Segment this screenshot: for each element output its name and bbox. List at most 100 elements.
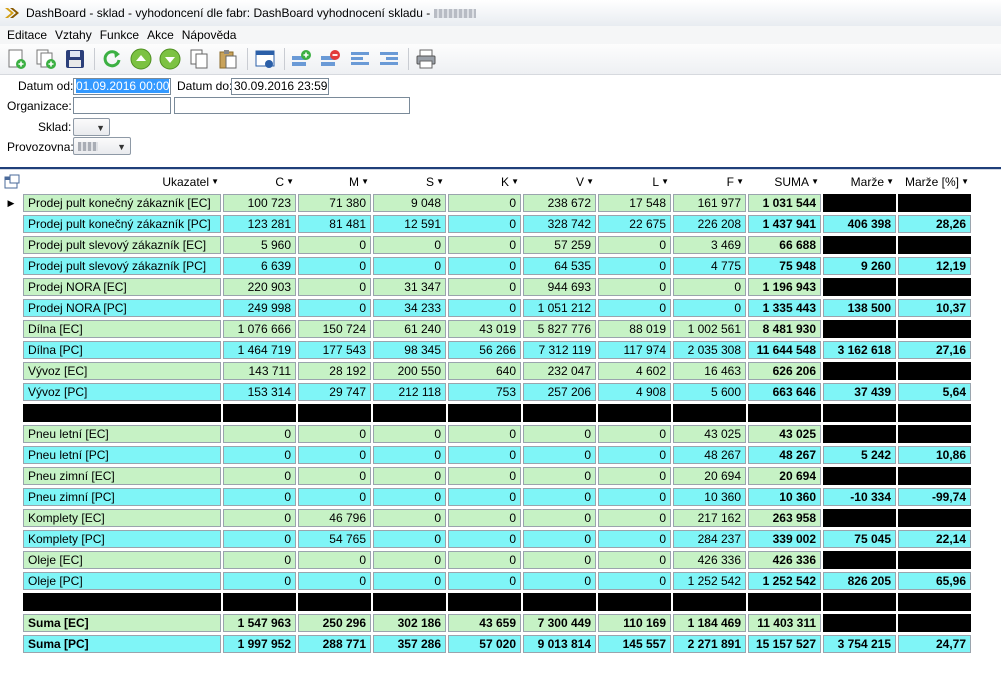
row-label[interactable]: Pneu zimní [EC] <box>23 467 221 485</box>
cell-s[interactable]: 31 347 <box>373 278 446 296</box>
cell-f[interactable]: 1 002 561 <box>673 320 746 338</box>
cell-marze[interactable] <box>823 509 896 527</box>
cell-v[interactable]: 0 <box>523 530 596 548</box>
cell-f[interactable]: 3 469 <box>673 236 746 254</box>
cell-l[interactable]: 0 <box>598 551 671 569</box>
cell-l[interactable]: 0 <box>598 425 671 443</box>
cell-suma[interactable]: 1 196 943 <box>748 278 821 296</box>
cell-f[interactable]: 1 184 469 <box>673 614 746 632</box>
cell-suma[interactable]: 426 336 <box>748 551 821 569</box>
cell-marze-pct[interactable] <box>898 425 971 443</box>
cell-marze[interactable]: 75 045 <box>823 530 896 548</box>
column-header-v[interactable]: V ▼ <box>523 173 596 191</box>
cell-marze-pct[interactable] <box>898 362 971 380</box>
cell-l[interactable]: 0 <box>598 488 671 506</box>
row-label[interactable] <box>23 404 221 422</box>
cell-s[interactable] <box>373 593 446 611</box>
cell-s[interactable] <box>373 404 446 422</box>
cell-v[interactable] <box>523 593 596 611</box>
datum-od-field[interactable]: 01.09.2016 00:00 <box>73 78 171 95</box>
cell-f[interactable]: 48 267 <box>673 446 746 464</box>
row-label[interactable]: Pneu letní [EC] <box>23 425 221 443</box>
refresh-icon[interactable] <box>100 47 124 71</box>
cell-suma[interactable]: 1 252 542 <box>748 572 821 590</box>
cell-c[interactable] <box>223 404 296 422</box>
filter-dropdown-icon[interactable]: ▼ <box>211 173 219 191</box>
cell-v[interactable]: 328 742 <box>523 215 596 233</box>
cell-v[interactable]: 9 013 814 <box>523 635 596 653</box>
cell-v[interactable]: 238 672 <box>523 194 596 212</box>
cell-s[interactable]: 0 <box>373 572 446 590</box>
cell-suma[interactable] <box>748 593 821 611</box>
cell-marze-pct[interactable]: 12,19 <box>898 257 971 275</box>
cell-f[interactable]: 10 360 <box>673 488 746 506</box>
cell-marze[interactable] <box>823 593 896 611</box>
cell-v[interactable]: 944 693 <box>523 278 596 296</box>
cell-l[interactable]: 4 908 <box>598 383 671 401</box>
row-label[interactable]: Oleje [PC] <box>23 572 221 590</box>
cell-s[interactable]: 357 286 <box>373 635 446 653</box>
cell-c[interactable]: 5 960 <box>223 236 296 254</box>
cell-marze[interactable] <box>823 404 896 422</box>
cell-f[interactable]: 2 271 891 <box>673 635 746 653</box>
menu-napoveda[interactable]: Nápověda <box>178 28 241 42</box>
cell-m[interactable] <box>298 404 371 422</box>
align-right-icon[interactable] <box>377 47 401 71</box>
cell-marze-pct[interactable] <box>898 509 971 527</box>
cell-l[interactable]: 0 <box>598 467 671 485</box>
cell-k[interactable]: 57 020 <box>448 635 521 653</box>
row-label[interactable]: Suma [EC] <box>23 614 221 632</box>
cell-m[interactable]: 0 <box>298 551 371 569</box>
cell-m[interactable]: 28 192 <box>298 362 371 380</box>
cell-c[interactable]: 1 997 952 <box>223 635 296 653</box>
cell-v[interactable]: 7 300 449 <box>523 614 596 632</box>
menu-akce[interactable]: Akce <box>143 28 178 42</box>
cell-v[interactable]: 0 <box>523 446 596 464</box>
cell-m[interactable]: 0 <box>298 467 371 485</box>
cell-f[interactable]: 4 775 <box>673 257 746 275</box>
cell-m[interactable]: 250 296 <box>298 614 371 632</box>
cell-c[interactable]: 153 314 <box>223 383 296 401</box>
cell-suma[interactable]: 1 335 443 <box>748 299 821 317</box>
window-view-icon[interactable] <box>253 47 277 71</box>
column-header-ukazatel[interactable]: Ukazatel ▼ <box>23 173 221 191</box>
cell-suma[interactable]: 1 031 544 <box>748 194 821 212</box>
cell-m[interactable]: 288 771 <box>298 635 371 653</box>
cell-c[interactable]: 0 <box>223 425 296 443</box>
menu-vztahy[interactable]: Vztahy <box>51 28 96 42</box>
cell-k[interactable]: 753 <box>448 383 521 401</box>
cell-marze[interactable] <box>823 425 896 443</box>
cell-marze[interactable]: -10 334 <box>823 488 896 506</box>
cell-s[interactable]: 302 186 <box>373 614 446 632</box>
cell-m[interactable]: 0 <box>298 446 371 464</box>
cell-m[interactable]: 0 <box>298 488 371 506</box>
cell-s[interactable]: 0 <box>373 551 446 569</box>
cell-c[interactable]: 0 <box>223 572 296 590</box>
cell-m[interactable]: 0 <box>298 572 371 590</box>
cell-c[interactable]: 143 711 <box>223 362 296 380</box>
filter-dropdown-icon[interactable]: ▼ <box>961 173 969 191</box>
cell-marze[interactable]: 3 162 618 <box>823 341 896 359</box>
cell-marze-pct[interactable] <box>898 194 971 212</box>
cell-m[interactable]: 0 <box>298 278 371 296</box>
cell-marze-pct[interactable]: 65,96 <box>898 572 971 590</box>
row-label[interactable] <box>23 593 221 611</box>
organizace-code-field[interactable] <box>73 97 171 114</box>
cell-v[interactable]: 7 312 119 <box>523 341 596 359</box>
arrow-down-icon[interactable] <box>158 47 182 71</box>
row-label[interactable]: Prodej NORA [EC] <box>23 278 221 296</box>
cell-v[interactable]: 0 <box>523 488 596 506</box>
column-header-marze[interactable]: Marže ▼ <box>823 173 896 191</box>
cell-suma[interactable]: 20 694 <box>748 467 821 485</box>
cell-k[interactable]: 43 019 <box>448 320 521 338</box>
cell-l[interactable]: 110 169 <box>598 614 671 632</box>
filter-dropdown-icon[interactable]: ▼ <box>736 173 744 191</box>
row-label[interactable]: Pneu zimní [PC] <box>23 488 221 506</box>
cell-marze[interactable]: 826 205 <box>823 572 896 590</box>
cell-k[interactable]: 0 <box>448 425 521 443</box>
cell-marze[interactable] <box>823 278 896 296</box>
cell-marze-pct[interactable]: 22,14 <box>898 530 971 548</box>
cell-s[interactable]: 0 <box>373 530 446 548</box>
cell-c[interactable]: 123 281 <box>223 215 296 233</box>
remove-row-icon[interactable] <box>319 47 343 71</box>
